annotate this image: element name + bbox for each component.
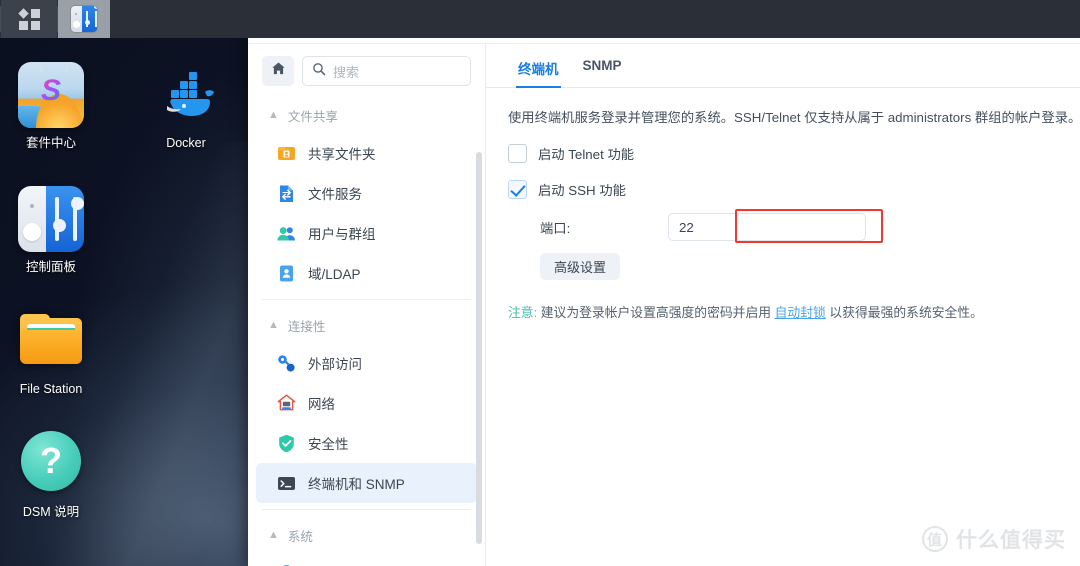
chevron-up-icon: ▲ <box>268 319 279 331</box>
info-center-icon <box>276 563 297 566</box>
sidebar-group-system[interactable]: ▲ 系统 <box>248 516 485 553</box>
advanced-settings-button[interactable]: 高级设置 <box>540 253 621 280</box>
desktop: S 套件中心 Docker 控制面板 File Station ? DSM 说明… <box>0 0 1080 566</box>
sidebar-divider <box>262 509 471 510</box>
sidebar-item-label: 共享文件夹 <box>308 147 376 162</box>
sidebar-item-external-access[interactable]: 外部访问 <box>256 343 477 383</box>
desktop-icon-label: 套件中心 <box>25 136 76 150</box>
sidebar-item-network[interactable]: 网络 <box>256 383 477 423</box>
search-placeholder: 搜索 <box>333 64 360 80</box>
telnet-checkbox-row[interactable]: 启动 Telnet 功能 <box>508 144 634 163</box>
file-service-icon <box>276 183 297 204</box>
desktop-icon-label: DSM 说明 <box>22 505 80 519</box>
sidebar-group-label: 系统 <box>287 530 313 544</box>
app-menu-button[interactable] <box>1 0 57 38</box>
sidebar-item-label: 安全性 <box>308 437 349 452</box>
desktop-icon-control-panel[interactable]: 控制面板 <box>0 186 106 275</box>
telnet-checkbox[interactable] <box>508 144 527 163</box>
sidebar-item-label: 网络 <box>308 397 335 412</box>
main-content: 终端机 SNMP 使用终端机服务登录并管理您的系统。SSH/Telnet 仅支持… <box>486 44 1080 566</box>
control-panel-window: 控制面板 搜索 <box>248 0 1080 566</box>
desktop-icon-dsm-help[interactable]: ? DSM 说明 <box>0 428 106 520</box>
desktop-icon-file-station[interactable]: File Station <box>0 308 106 397</box>
sidebar: 搜索 ▲ 文件共享 共享文件夹 文件服务 用户与群组 域/LDAP ▲ 连接性 … <box>248 44 486 566</box>
desktop-icon-docker[interactable]: Docker <box>131 62 241 151</box>
sidebar-item-label: 外部访问 <box>308 357 362 372</box>
note-keyword: 注意: <box>508 305 538 320</box>
shared-folder-icon <box>276 143 297 164</box>
tab-snmp[interactable]: SNMP <box>571 58 634 87</box>
sidebar-item-info-center[interactable]: 信息中心 <box>256 553 477 566</box>
sidebar-item-label: 终端机和 SNMP <box>308 477 405 492</box>
sidebar-item-label: 域/LDAP <box>308 267 361 282</box>
search-icon <box>312 62 326 81</box>
domain-ldap-icon <box>276 263 297 284</box>
sidebar-item-label: 用户与群组 <box>308 227 376 242</box>
home-icon <box>271 61 286 81</box>
sidebar-group-label: 文件共享 <box>287 110 338 124</box>
desktop-icon-label: File Station <box>19 382 83 396</box>
auto-block-link[interactable]: 自动封锁 <box>775 305 826 320</box>
telnet-checkbox-label: 启动 Telnet 功能 <box>538 147 635 162</box>
ssh-checkbox-row[interactable]: 启动 SSH 功能 <box>508 180 626 199</box>
sidebar-scrollbar-thumb[interactable] <box>476 152 482 544</box>
search-input[interactable]: 搜索 <box>302 56 471 86</box>
sidebar-item-shared-folder[interactable]: 共享文件夹 <box>256 133 477 173</box>
chevron-up-icon: ▲ <box>268 109 279 121</box>
sidebar-group-file-sharing[interactable]: ▲ 文件共享 <box>248 96 485 133</box>
sidebar-item-terminal-snmp[interactable]: 终端机和 SNMP <box>256 463 477 503</box>
desktop-icon-label: Docker <box>166 136 206 150</box>
grid-menu-icon <box>17 7 40 30</box>
sidebar-scrollbar[interactable] <box>476 152 482 564</box>
port-field-row: 端口: <box>508 213 1080 241</box>
ssh-checkbox[interactable] <box>508 180 527 199</box>
tab-bar: 终端机 SNMP <box>486 44 1080 88</box>
network-icon <box>276 393 297 414</box>
folder-icon <box>18 308 84 374</box>
desktop-icon-package-center[interactable]: S 套件中心 <box>0 62 106 151</box>
taskbar-app-control-panel[interactable] <box>58 0 110 38</box>
external-access-icon <box>276 353 297 374</box>
sidebar-group-label: 连接性 <box>287 320 326 334</box>
package-center-icon: S <box>18 62 84 128</box>
sidebar-group-connectivity[interactable]: ▲ 连接性 <box>248 306 485 343</box>
question-mark-icon: ? <box>18 431 84 497</box>
sidebar-item-label: 文件服务 <box>308 187 362 202</box>
chevron-up-icon: ▲ <box>268 529 279 541</box>
security-shield-icon <box>276 433 297 454</box>
docker-whale-icon <box>153 62 219 128</box>
note-text-after: 以获得最强的系统安全性。 <box>829 305 983 320</box>
sidebar-item-security[interactable]: 安全性 <box>256 423 477 463</box>
home-button[interactable] <box>262 56 294 86</box>
sidebar-item-file-service[interactable]: 文件服务 <box>256 173 477 213</box>
sidebar-nav: ▲ 文件共享 共享文件夹 文件服务 用户与群组 域/LDAP ▲ 连接性 外部访… <box>248 96 485 566</box>
sidebar-item-users-groups[interactable]: 用户与群组 <box>256 213 477 253</box>
control-panel-icon <box>18 186 84 252</box>
control-panel-icon <box>71 6 97 32</box>
port-label: 端口: <box>540 220 571 236</box>
sidebar-item-domain-ldap[interactable]: 域/LDAP <box>256 253 477 293</box>
taskbar <box>0 0 1080 38</box>
note-text-before: 建议为登录帐户设置高强度的密码并启用 <box>540 305 772 320</box>
security-note: 注意: 建议为登录帐户设置高强度的密码并启用 自动封锁 以获得最强的系统安全性。 <box>508 302 1080 321</box>
terminal-icon <box>276 473 297 494</box>
ssh-checkbox-label: 启动 SSH 功能 <box>538 183 626 198</box>
sidebar-search-row: 搜索 <box>248 44 485 96</box>
sidebar-divider <box>262 299 471 300</box>
desktop-icon-label: 控制面板 <box>25 260 76 274</box>
terminal-description: 使用终端机服务登录并管理您的系统。SSH/Telnet 仅支持从属于 admin… <box>508 110 1080 125</box>
tab-terminal[interactable]: 终端机 <box>506 58 571 88</box>
port-input[interactable] <box>668 213 866 241</box>
users-groups-icon <box>276 223 297 244</box>
